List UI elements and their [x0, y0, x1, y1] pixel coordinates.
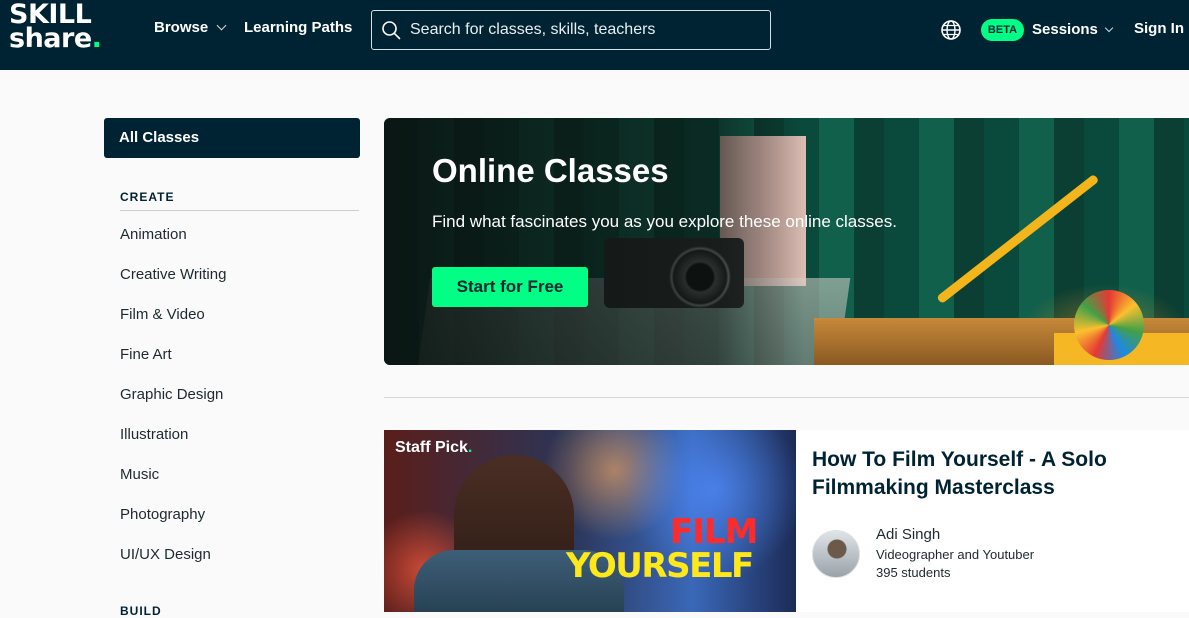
- sidebar-item-music[interactable]: Music: [120, 466, 226, 506]
- chevron-down-icon: [1104, 23, 1114, 32]
- browse-menu[interactable]: Browse: [154, 19, 227, 36]
- class-card-info: How To Film Yourself - A Solo Filmmaking…: [796, 430, 1189, 612]
- sessions-menu[interactable]: Sessions: [1032, 21, 1114, 38]
- sidebar-item-all-classes[interactable]: All Classes: [104, 118, 360, 158]
- browse-label: Browse: [154, 19, 209, 36]
- hero-rubber-band-ball: [1074, 290, 1144, 360]
- sidebar-item-ui-ux-design[interactable]: UI/UX Design: [120, 546, 226, 586]
- teacher-name[interactable]: Adi Singh: [876, 526, 940, 543]
- sidebar-item-creative-writing[interactable]: Creative Writing: [120, 266, 226, 306]
- search-input[interactable]: [410, 11, 765, 49]
- staff-pick-badge: Staff Pick.: [395, 439, 472, 457]
- sidebar-section-heading: CREATE: [120, 190, 359, 211]
- sign-in-link[interactable]: Sign In: [1134, 20, 1184, 37]
- sidebar-item-graphic-design[interactable]: Graphic Design: [120, 386, 226, 426]
- teacher-avatar[interactable]: [812, 530, 860, 578]
- logo-dot: .: [91, 23, 102, 54]
- start-for-free-button[interactable]: Start for Free: [432, 267, 588, 307]
- sidebar-item-fine-art[interactable]: Fine Art: [120, 346, 226, 386]
- sidebar-item-animation[interactable]: Animation: [120, 226, 226, 266]
- sessions-label: Sessions: [1032, 21, 1098, 38]
- search-bar[interactable]: [371, 10, 771, 50]
- sidebar-item-photography[interactable]: Photography: [120, 506, 226, 546]
- skillshare-logo[interactable]: SKILL share.: [9, 1, 119, 55]
- thumbnail-text-yourself: YOURSELF: [566, 546, 754, 586]
- teacher-role: Videographer and Youtuber: [876, 547, 1035, 562]
- sidebar-next-section-heading: BUILD: [120, 604, 162, 618]
- learning-paths-link[interactable]: Learning Paths: [244, 19, 352, 36]
- logo-line-2: share: [9, 23, 92, 54]
- top-nav: SKILL share. Browse Learning Paths BETA …: [0, 0, 1189, 70]
- chevron-down-icon: [216, 20, 227, 31]
- hero-subtitle: Find what fascinates you as you explore …: [432, 212, 897, 231]
- sidebar-category-list: Animation Creative Writing Film & Video …: [120, 226, 226, 586]
- class-thumbnail[interactable]: Staff Pick. FILM YOURSELF: [384, 430, 796, 612]
- beta-badge: BETA: [981, 19, 1024, 41]
- staff-pick-label: Staff Pick: [395, 439, 468, 456]
- globe-icon[interactable]: [940, 19, 962, 41]
- sidebar-item-illustration[interactable]: Illustration: [120, 426, 226, 466]
- sidebar-item-film-video[interactable]: Film & Video: [120, 306, 226, 346]
- staff-pick-dot: .: [467, 439, 473, 456]
- student-count: 395 students: [876, 565, 951, 580]
- hero-pencil: [936, 173, 1100, 305]
- hero-banner: Online Classes Find what fascinates you …: [384, 118, 1189, 365]
- section-divider: [384, 397, 1189, 398]
- class-title[interactable]: How To Film Yourself - A Solo Filmmaking…: [812, 446, 1172, 502]
- hero-title: Online Classes: [432, 152, 669, 189]
- search-icon: [382, 21, 401, 40]
